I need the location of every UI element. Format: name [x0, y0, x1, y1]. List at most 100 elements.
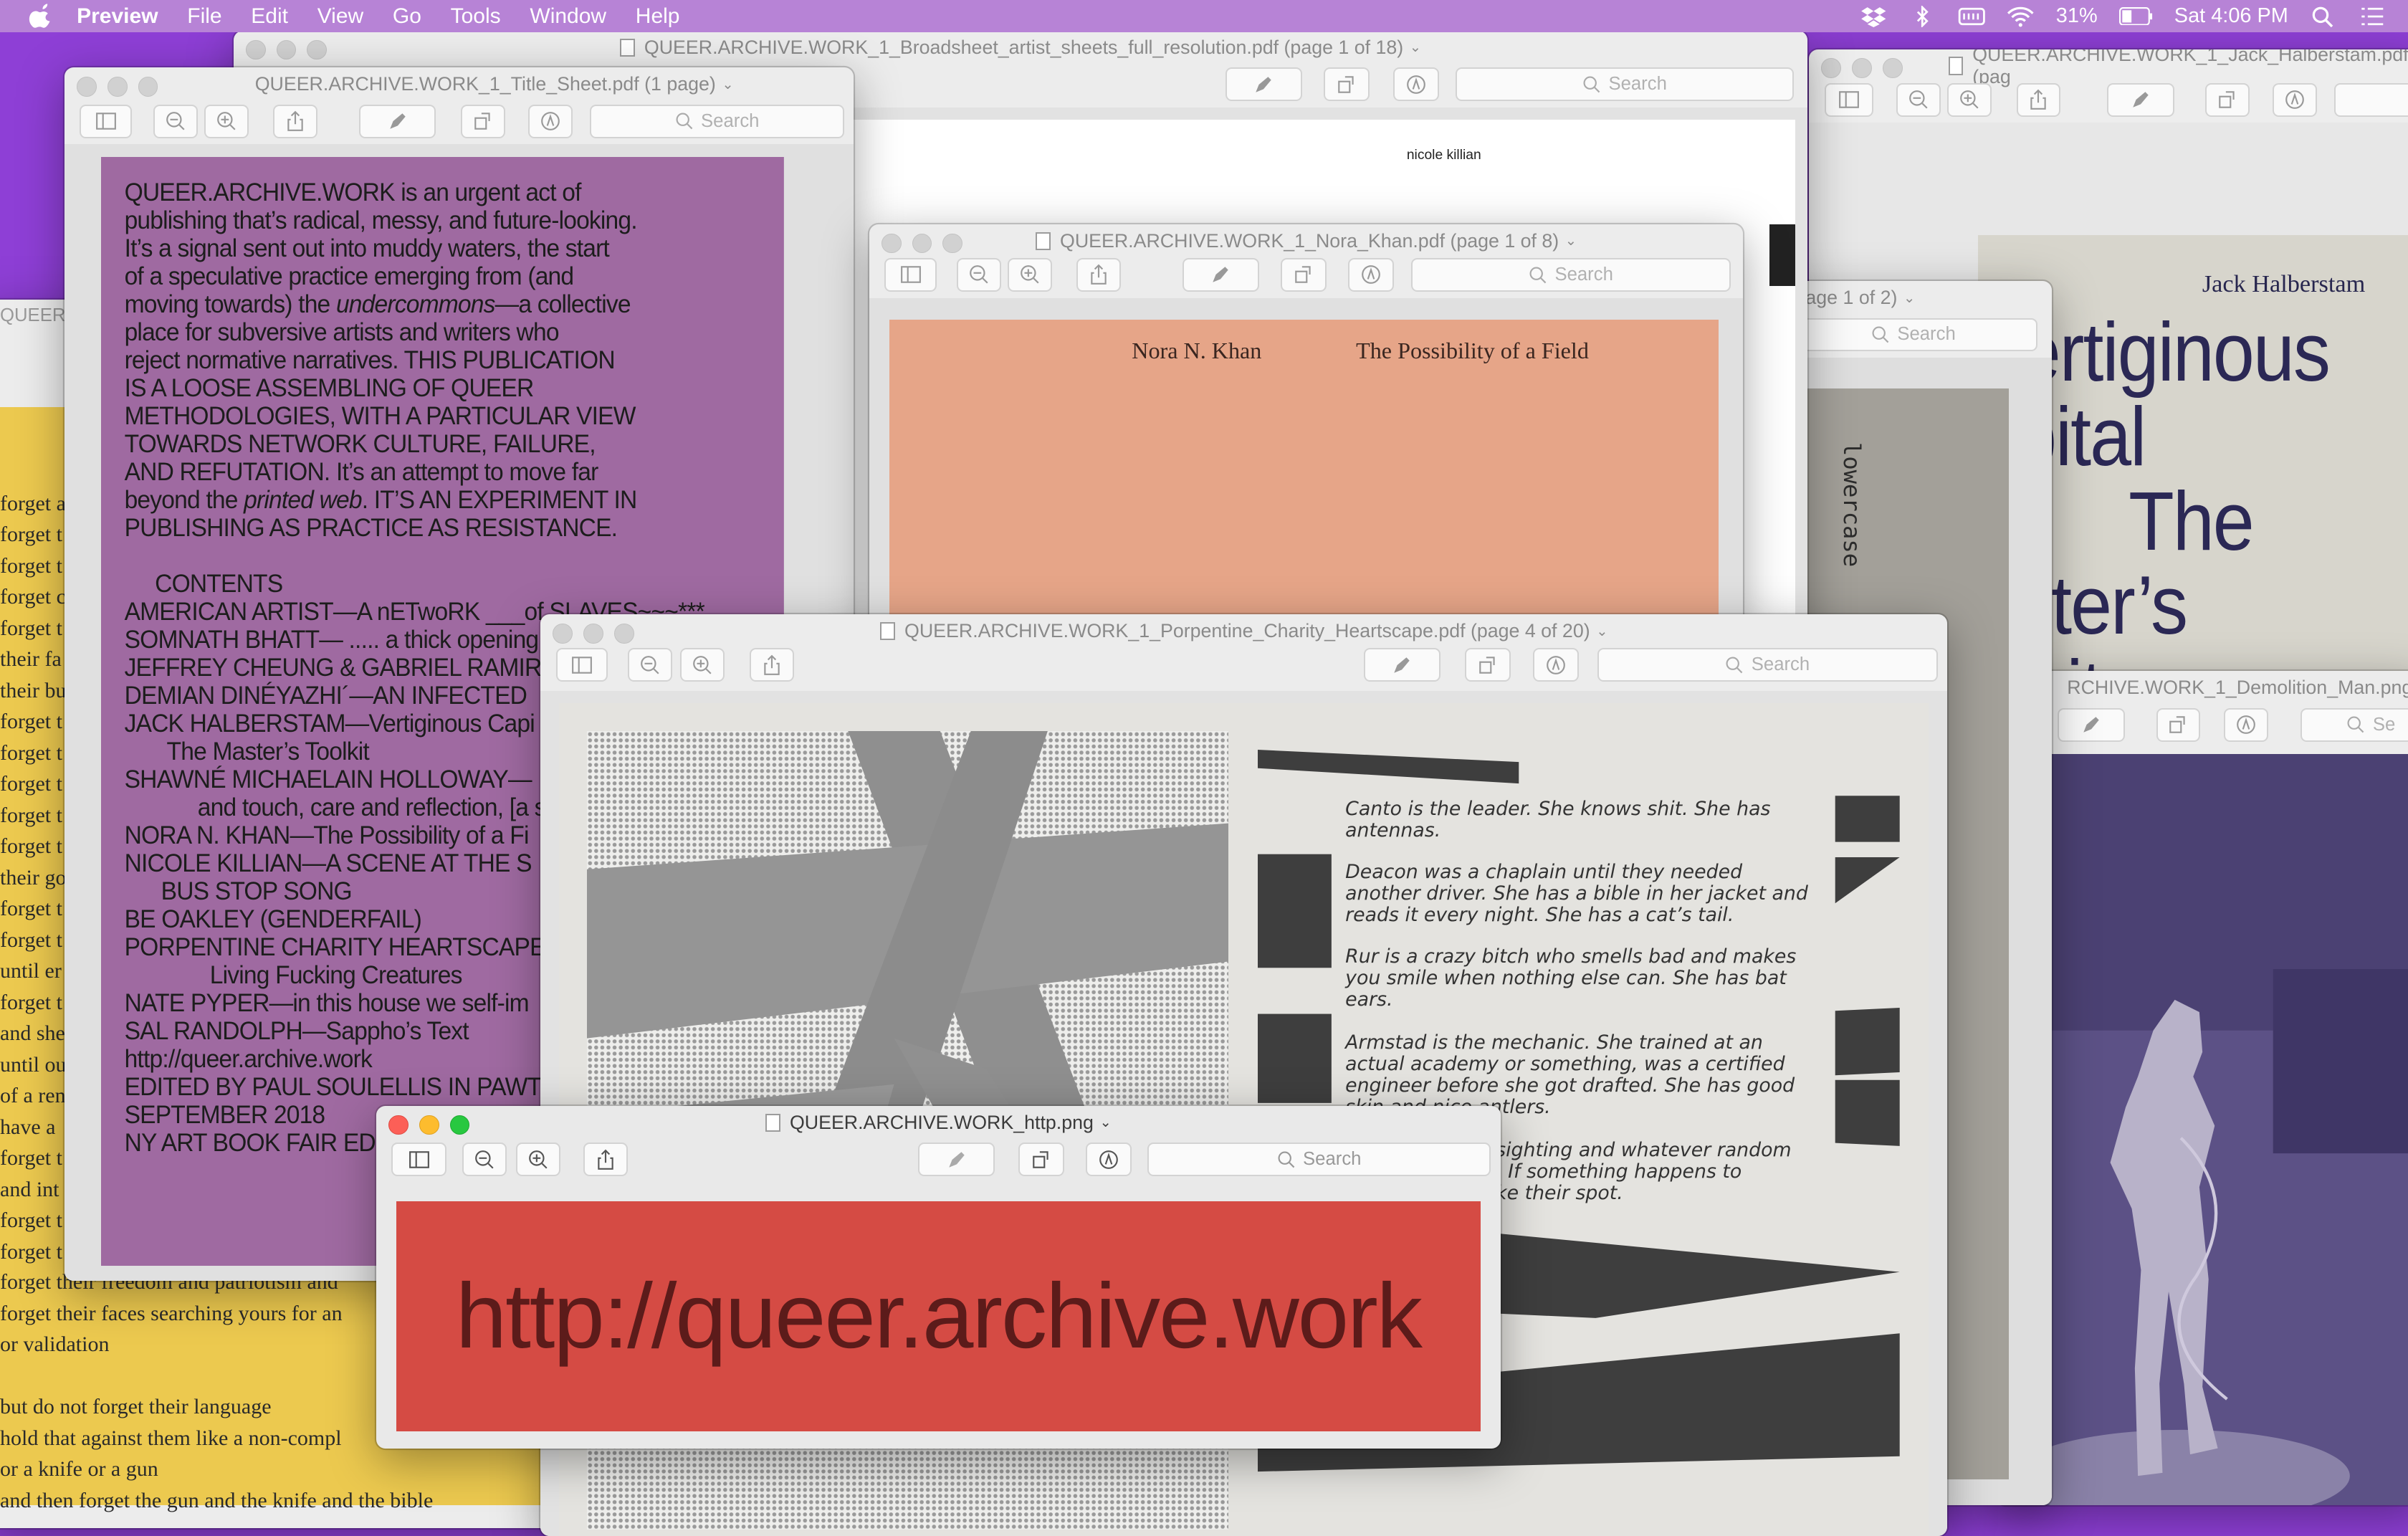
- markup-pen-button[interactable]: [2058, 707, 2126, 742]
- window-titlebar[interactable]: QUEER.ARCHIVE.WORK_1_Porpentine_Charity_…: [540, 614, 1947, 648]
- minimize-button[interactable]: [419, 1115, 439, 1135]
- markup-pen-button[interactable]: [359, 104, 436, 138]
- zoom-button[interactable]: [1882, 58, 1903, 79]
- zoom-out-button[interactable]: [1896, 82, 1941, 117]
- close-button[interactable]: [1821, 58, 1842, 79]
- rotate-button[interactable]: [1281, 257, 1327, 292]
- markup-toolbar-button[interactable]: [1392, 67, 1439, 102]
- menu-file[interactable]: File: [187, 4, 221, 29]
- rotate-button[interactable]: [1324, 67, 1370, 102]
- search-field[interactable]: Search: [1411, 257, 1731, 292]
- menubar-clock[interactable]: Sat 4:06 PM: [2174, 4, 2288, 28]
- minimize-button[interactable]: [276, 39, 297, 60]
- search-field[interactable]: Search: [589, 104, 845, 138]
- markup-toolbar-button[interactable]: [528, 104, 573, 138]
- search-field[interactable]: Search: [1789, 318, 2038, 352]
- close-button[interactable]: [245, 39, 266, 60]
- zoom-in-button[interactable]: [204, 104, 249, 138]
- spotlight-search-icon[interactable]: [2310, 6, 2338, 27]
- close-button[interactable]: [881, 233, 902, 254]
- menu-edit[interactable]: Edit: [251, 4, 288, 29]
- share-button[interactable]: [1076, 257, 1121, 292]
- zoom-in-button[interactable]: [516, 1143, 560, 1177]
- window-demolition-man[interactable]: RCHIVE.WORK_1_Demolition_Man.png Se: [1996, 671, 2408, 1505]
- search-field[interactable]: Search: [1147, 1143, 1491, 1177]
- chevron-down-icon[interactable]: ⌄: [1596, 623, 1607, 640]
- zoom-out-button[interactable]: [956, 257, 1001, 292]
- menu-view[interactable]: View: [317, 4, 363, 29]
- search-field[interactable]: Search: [1456, 67, 1794, 102]
- menu-window[interactable]: Window: [530, 4, 606, 29]
- chevron-down-icon[interactable]: ⌄: [1099, 1114, 1111, 1131]
- menu-go[interactable]: Go: [393, 4, 421, 29]
- battery-icon[interactable]: [2118, 6, 2153, 26]
- markup-toolbar-button[interactable]: [1532, 648, 1579, 682]
- close-button[interactable]: [77, 77, 97, 97]
- markup-pen-button[interactable]: [1182, 257, 1259, 292]
- markup-pen-button[interactable]: [1363, 648, 1440, 682]
- chevron-down-icon[interactable]: ⌄: [722, 76, 733, 93]
- minimize-button[interactable]: [1852, 58, 1872, 79]
- zoom-button[interactable]: [138, 77, 158, 97]
- chevron-down-icon[interactable]: ⌄: [1565, 232, 1577, 249]
- zoom-button[interactable]: [942, 233, 963, 254]
- close-button[interactable]: [553, 623, 573, 644]
- zoom-out-button[interactable]: [628, 648, 673, 682]
- menu-help[interactable]: Help: [636, 4, 680, 29]
- rotate-button[interactable]: [1018, 1143, 1064, 1177]
- zoom-in-button[interactable]: [1947, 82, 1992, 117]
- markup-toolbar-button[interactable]: [2273, 82, 2318, 117]
- share-button[interactable]: [273, 104, 318, 138]
- sidebar-toggle-button[interactable]: [80, 104, 132, 138]
- chevron-down-icon[interactable]: ⌄: [1410, 39, 1421, 56]
- share-button[interactable]: [2016, 82, 2061, 117]
- zoom-button[interactable]: [307, 39, 327, 60]
- bluetooth-icon[interactable]: [1908, 5, 1936, 27]
- markup-pen-button[interactable]: [1225, 67, 1302, 102]
- markup-toolbar-button[interactable]: [1085, 1143, 1132, 1177]
- markup-toolbar-button[interactable]: [1348, 257, 1395, 292]
- window-titlebar[interactable]: QUEER.ARCHIVE.WORK_1_Nora_Khan.pdf (page…: [869, 224, 1743, 258]
- search-field[interactable]: Search: [1597, 648, 1938, 682]
- window-titlebar[interactable]: QUEER.ARCHIVE.WORK_1_Broadsheet_artist_s…: [234, 31, 1807, 65]
- markup-toolbar-button[interactable]: [2223, 707, 2268, 742]
- markup-pen-button[interactable]: [2106, 82, 2174, 117]
- share-button[interactable]: [749, 648, 794, 682]
- sidebar-toggle-button[interactable]: [884, 257, 937, 292]
- share-button[interactable]: [583, 1143, 629, 1177]
- minimize-button[interactable]: [583, 623, 603, 644]
- rotate-button[interactable]: [2205, 82, 2250, 117]
- markup-pen-button[interactable]: [918, 1143, 995, 1177]
- search-field[interactable]: [2334, 82, 2408, 117]
- apple-icon[interactable]: [28, 4, 56, 29]
- notification-center-icon[interactable]: [2359, 6, 2386, 27]
- window-titlebar[interactable]: QUEER.ARCHIVE.WORK_http.png ⌄: [376, 1106, 1501, 1140]
- window-http-png[interactable]: QUEER.ARCHIVE.WORK_http.png ⌄ Search http…: [376, 1105, 1501, 1449]
- menu-tools[interactable]: Tools: [451, 4, 501, 29]
- sidebar-toggle-button[interactable]: [1824, 82, 1873, 117]
- zoom-out-button[interactable]: [153, 104, 199, 138]
- close-button[interactable]: [388, 1115, 408, 1135]
- rotate-button[interactable]: [2156, 707, 2201, 742]
- zoom-button[interactable]: [449, 1115, 470, 1135]
- zoom-in-button[interactable]: [1007, 257, 1052, 292]
- minimize-button[interactable]: [107, 77, 128, 97]
- window-titlebar[interactable]: RCHIVE.WORK_1_Demolition_Man.png: [1997, 671, 2408, 705]
- rotate-button[interactable]: [460, 104, 505, 138]
- window-nora-khan[interactable]: QUEER.ARCHIVE.WORK_1_Nora_Khan.pdf (page…: [869, 224, 1744, 639]
- zoom-in-button[interactable]: [680, 648, 725, 682]
- keyboard-icon[interactable]: [1958, 6, 1986, 27]
- window-titlebar[interactable]: QUEER.ARCHIVE.WORK_1_Title_Sheet.pdf (1 …: [64, 67, 854, 101]
- rotate-button[interactable]: [1465, 648, 1511, 682]
- window-titlebar[interactable]: QUEER.ARCHIVE.WORK_1_Jack_Halberstam.pdf…: [1809, 49, 2408, 87]
- menu-app-name[interactable]: Preview: [77, 4, 158, 29]
- wifi-icon[interactable]: [2007, 6, 2035, 27]
- zoom-button[interactable]: [613, 623, 634, 644]
- sidebar-toggle-button[interactable]: [555, 648, 608, 682]
- minimize-button[interactable]: [912, 233, 932, 254]
- dropbox-icon[interactable]: [1860, 6, 1888, 27]
- zoom-out-button[interactable]: [462, 1143, 507, 1177]
- search-field[interactable]: Se: [2300, 707, 2408, 742]
- sidebar-toggle-button[interactable]: [391, 1143, 447, 1177]
- chevron-down-icon[interactable]: ⌄: [1903, 290, 1915, 307]
